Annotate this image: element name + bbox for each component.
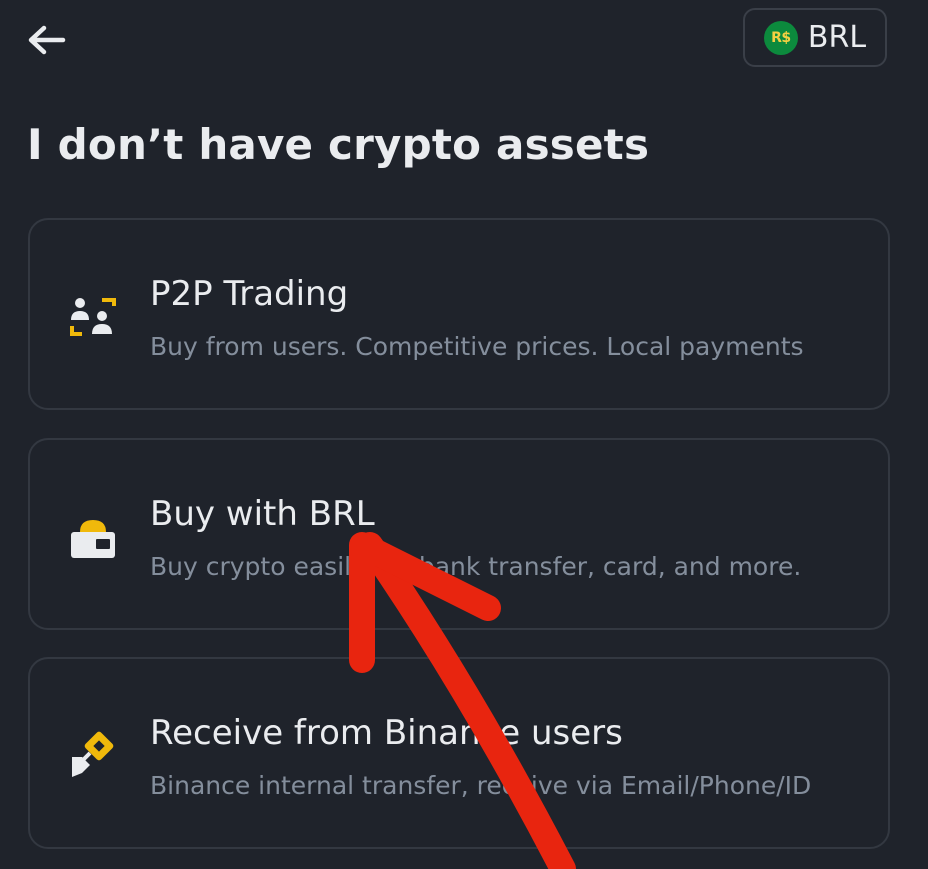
arrow-left-icon (28, 25, 66, 55)
option-description: Binance internal transfer, receive via E… (150, 771, 812, 800)
receive-transfer-icon (72, 731, 114, 777)
p2p-users-icon (70, 298, 116, 336)
option-title: P2P Trading (150, 274, 349, 314)
option-card-receive-from-binance-users[interactable]: Receive from Binance users Binance inter… (28, 657, 890, 849)
currency-code: BRL (807, 20, 867, 55)
currency-badge-icon: R$ (763, 20, 798, 55)
option-card-buy-with-brl[interactable]: Buy with BRL Buy crypto easily via bank … (28, 438, 890, 630)
option-title: Buy with BRL (150, 494, 375, 534)
page-title: I don’t have crypto assets (27, 120, 650, 169)
currency-selector-button[interactable]: R$ BRL (743, 8, 887, 67)
option-description: Buy crypto easily via bank transfer, car… (150, 552, 802, 581)
back-button[interactable] (26, 18, 82, 62)
option-description: Buy from users. Competitive prices. Loca… (150, 332, 804, 361)
option-card-p2p-trading[interactable]: P2P Trading Buy from users. Competitive … (28, 218, 890, 410)
screen: R$ BRL I don’t have crypto assets P2P Tr… (0, 0, 928, 869)
wallet-card-icon (71, 520, 115, 558)
option-title: Receive from Binance users (150, 713, 623, 753)
